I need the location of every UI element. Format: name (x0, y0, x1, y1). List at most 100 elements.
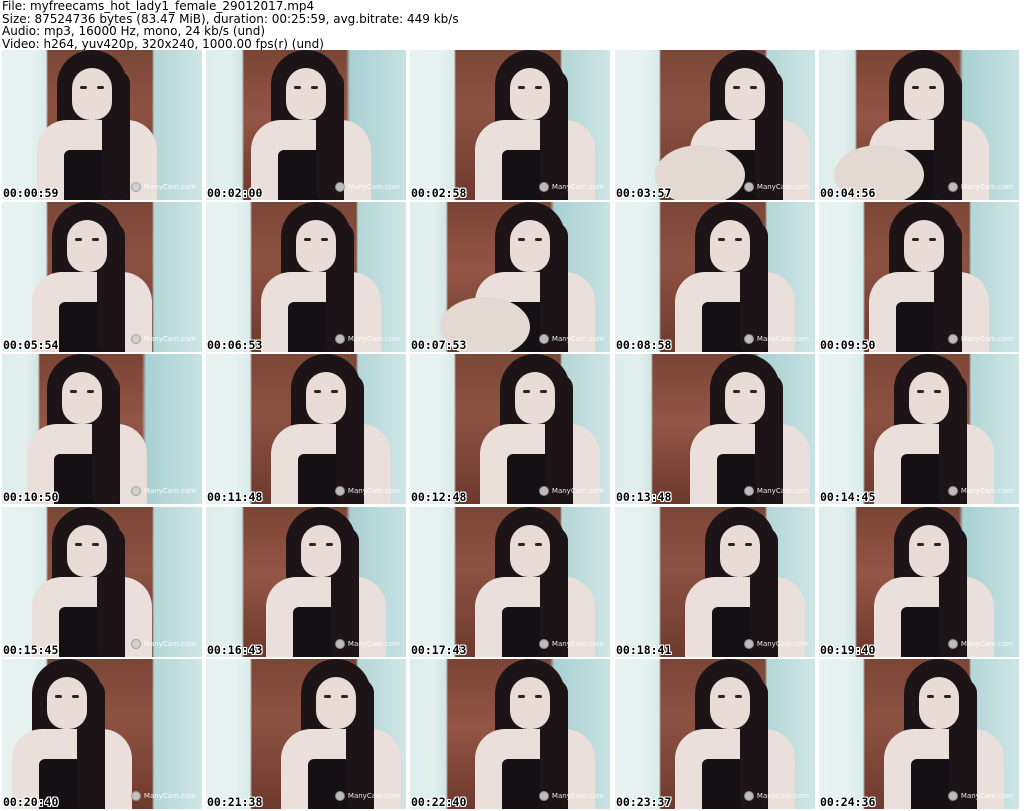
manycam-watermark: ManyCam.com (538, 182, 604, 192)
watermark-text: ManyCam.com (756, 640, 809, 648)
watermark-text: ManyCam.com (143, 792, 196, 800)
manycam-watermark: ManyCam.com (130, 182, 196, 192)
video-thumbnail[interactable]: ManyCam.com 00:04:56 (819, 50, 1019, 200)
manycam-watermark: ManyCam.com (538, 639, 604, 649)
person-face (316, 677, 356, 729)
person-eye (311, 86, 318, 89)
video-thumbnail[interactable]: ManyCam.com 00:23:37 (615, 659, 815, 809)
person-eye (912, 238, 919, 241)
manycam-watermark: ManyCam.com (334, 334, 400, 344)
watermark-text: ManyCam.com (143, 640, 196, 648)
person-eye (304, 238, 311, 241)
video-thumbnail[interactable]: ManyCam.com 00:05:54 (2, 202, 202, 352)
manycam-watermark: ManyCam.com (538, 791, 604, 801)
person-eye (70, 390, 77, 393)
manycam-watermark: ManyCam.com (334, 791, 400, 801)
watermark-text: ManyCam.com (551, 640, 604, 648)
person-face (510, 220, 550, 272)
person-eye (750, 86, 757, 89)
video-thumbnail[interactable]: ManyCam.com 00:22:40 (410, 659, 610, 809)
video-thumbnail[interactable]: ManyCam.com 00:16:43 (206, 507, 406, 657)
video-thumbnail[interactable]: ManyCam.com 00:00:59 (2, 50, 202, 200)
person-eye (540, 390, 547, 393)
manycam-logo-icon (947, 639, 958, 649)
video-thumbnail[interactable]: ManyCam.com 00:15:45 (2, 507, 202, 657)
manycam-logo-icon (947, 182, 958, 192)
person-eye (912, 86, 919, 89)
thumbnail-timestamp: 00:09:50 (820, 338, 876, 352)
person-eye (324, 695, 331, 698)
watermark-text: ManyCam.com (347, 183, 400, 191)
video-thumbnail[interactable]: ManyCam.com 00:14:45 (819, 354, 1019, 504)
video-thumbnail[interactable]: ManyCam.com 00:06:53 (206, 202, 406, 352)
person-face (72, 68, 112, 120)
thumbnail-timestamp: 00:13:48 (616, 490, 672, 504)
video-thumbnail[interactable]: ManyCam.com 00:21:38 (206, 659, 406, 809)
video-thumbnail[interactable]: ManyCam.com 00:02:00 (206, 50, 406, 200)
manycam-logo-icon (334, 639, 345, 649)
manycam-watermark: ManyCam.com (947, 334, 1013, 344)
person-eye (75, 543, 82, 546)
person-eye (326, 543, 333, 546)
thumbnail-timestamp: 00:06:53 (207, 338, 263, 352)
video-thumbnail[interactable]: ManyCam.com 00:19:40 (819, 507, 1019, 657)
thumbnail-timestamp: 00:04:56 (820, 186, 876, 200)
video-thumbnail[interactable]: ManyCam.com 00:02:58 (410, 50, 610, 200)
video-thumbnail[interactable]: ManyCam.com 00:18:41 (615, 507, 815, 657)
manycam-logo-icon (538, 486, 549, 496)
person-face (904, 220, 944, 272)
video-thumbnail[interactable]: ManyCam.com 00:13:48 (615, 354, 815, 504)
video-thumbnail[interactable]: ManyCam.com 00:09:50 (819, 202, 1019, 352)
manycam-watermark: ManyCam.com (743, 182, 809, 192)
watermark-text: ManyCam.com (143, 183, 196, 191)
person-eye (718, 238, 725, 241)
thumbnail-timestamp: 00:11:48 (207, 490, 263, 504)
manycam-logo-icon (947, 791, 958, 801)
person-eye (72, 695, 79, 698)
video-info-line: Video: h264, yuv420p, 320x240, 1000.00 f… (2, 36, 324, 51)
manycam-logo-icon (130, 639, 141, 649)
watermark-text: ManyCam.com (551, 487, 604, 495)
manycam-watermark: ManyCam.com (130, 334, 196, 344)
video-thumbnail[interactable]: ManyCam.com 00:20:40 (2, 659, 202, 809)
video-thumbnail[interactable]: ManyCam.com 00:24:36 (819, 659, 1019, 809)
manycam-watermark: ManyCam.com (743, 486, 809, 496)
video-thumbnail[interactable]: ManyCam.com 00:17:43 (410, 507, 610, 657)
watermark-text: ManyCam.com (960, 335, 1013, 343)
video-thumbnail[interactable]: ManyCam.com 00:03:57 (615, 50, 815, 200)
video-thumbnail[interactable]: ManyCam.com 00:11:48 (206, 354, 406, 504)
person-eye (733, 390, 740, 393)
watermark-text: ManyCam.com (347, 487, 400, 495)
manycam-watermark: ManyCam.com (743, 791, 809, 801)
manycam-logo-icon (743, 334, 754, 344)
video-thumbnail[interactable]: ManyCam.com 00:10:50 (2, 354, 202, 504)
video-thumbnail[interactable]: ManyCam.com 00:08:58 (615, 202, 815, 352)
audio-info-line: Audio: mp3, 16000 Hz, mono, 24 kb/s (und… (2, 24, 266, 38)
person-eye (735, 238, 742, 241)
thumbnail-timestamp: 00:20:40 (3, 795, 59, 809)
thumbnail-timestamp: 00:12:48 (411, 490, 467, 504)
person-face (720, 525, 760, 577)
person-face (301, 525, 341, 577)
manycam-logo-icon (130, 791, 141, 801)
person-face (510, 68, 550, 120)
watermark-text: ManyCam.com (960, 487, 1013, 495)
thumbnail-timestamp: 00:00:59 (3, 186, 59, 200)
person-eye (917, 390, 924, 393)
watermark-text: ManyCam.com (347, 792, 400, 800)
manycam-logo-icon (538, 791, 549, 801)
person-eye (934, 390, 941, 393)
person-eye (518, 543, 525, 546)
person-eye (87, 390, 94, 393)
person-eye (535, 238, 542, 241)
thumbnail-timestamp: 00:14:45 (820, 490, 876, 504)
person-eye (55, 695, 62, 698)
person-face (47, 677, 87, 729)
person-eye (745, 543, 752, 546)
video-thumbnail[interactable]: ManyCam.com 00:07:53 (410, 202, 610, 352)
manycam-logo-icon (334, 182, 345, 192)
thumbnail-timestamp: 00:03:57 (616, 186, 672, 200)
manycam-watermark: ManyCam.com (334, 182, 400, 192)
thumbnail-timestamp: 00:23:37 (616, 795, 672, 809)
video-thumbnail[interactable]: ManyCam.com 00:12:48 (410, 354, 610, 504)
